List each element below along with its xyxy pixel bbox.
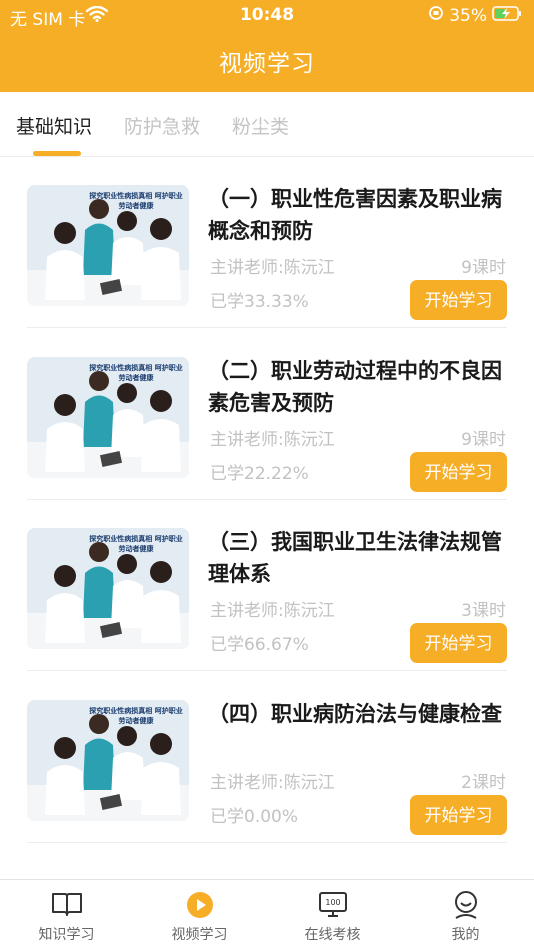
start-learning-button[interactable]: 开始学习	[410, 452, 507, 492]
course-progress: 已学22.22%	[210, 464, 309, 484]
svg-text:100: 100	[325, 898, 340, 907]
course-title[interactable]: （一）职业性危害因素及职业病概念和预防	[208, 183, 510, 247]
divider	[27, 842, 507, 843]
start-learning-button[interactable]: 开始学习	[410, 795, 507, 835]
divider	[27, 499, 507, 500]
tab-basic-knowledge[interactable]: 基础知识	[16, 112, 92, 139]
tabbar-label: 在线考核	[304, 927, 361, 943]
start-learning-button[interactable]: 开始学习	[410, 623, 507, 663]
page-title: 视频学习	[219, 51, 315, 77]
course-teacher: 主讲老师:陈沅江	[210, 430, 335, 450]
thumbnail-caption: 探究职业性病损真相 呵护职业劳动者健康	[89, 535, 183, 553]
course-card[interactable]: 探究职业性病损真相 呵护职业劳动者健康 （四）职业病防治法与健康检查 主讲老师:…	[0, 700, 534, 850]
course-thumbnail[interactable]: 探究职业性病损真相 呵护职业劳动者健康	[27, 528, 189, 649]
exam-monitor-icon: 100	[317, 890, 349, 924]
play-icon	[185, 890, 215, 924]
course-progress: 已学66.67%	[210, 635, 309, 655]
course-progress: 已学33.33%	[210, 292, 309, 312]
course-title[interactable]: （四）职业病防治法与健康检查	[208, 698, 510, 730]
thumbnail-caption: 探究职业性病损真相 呵护职业劳动者健康	[89, 364, 183, 382]
divider	[27, 670, 507, 671]
thumbnail-caption: 探究职业性病损真相 呵护职业劳动者健康	[89, 192, 183, 210]
course-hours: 9课时	[461, 258, 506, 278]
tabbar-label: 我的	[451, 927, 480, 943]
bottom-tab-bar: 知识学习 视频学习 100 在线考核 我的	[0, 879, 534, 951]
tabbar-item-knowledge[interactable]: 知识学习	[0, 880, 133, 951]
tabbar-label: 视频学习	[171, 927, 228, 943]
profile-icon	[451, 890, 481, 924]
course-title[interactable]: （二）职业劳动过程中的不良因素危害及预防	[208, 355, 510, 419]
battery-icon	[492, 5, 522, 26]
active-tab-indicator	[33, 151, 81, 156]
course-card[interactable]: 探究职业性病损真相 呵护职业劳动者健康 （二）职业劳动过程中的不良因素危害及预防…	[0, 357, 534, 507]
divider	[27, 327, 507, 328]
tabbar-item-video[interactable]: 视频学习	[133, 880, 266, 951]
course-thumbnail[interactable]: 探究职业性病损真相 呵护职业劳动者健康	[27, 185, 189, 306]
course-thumbnail[interactable]: 探究职业性病损真相 呵护职业劳动者健康	[27, 700, 189, 821]
course-hours: 3课时	[461, 601, 506, 621]
start-learning-button[interactable]: 开始学习	[410, 280, 507, 320]
course-thumbnail[interactable]: 探究职业性病损真相 呵护职业劳动者健康	[27, 357, 189, 478]
book-icon	[51, 890, 83, 922]
category-tabs: 基础知识 防护急救 粉尘类	[0, 92, 534, 157]
course-teacher: 主讲老师:陈沅江	[210, 773, 335, 793]
thumbnail-caption: 探究职业性病损真相 呵护职业劳动者健康	[89, 707, 183, 725]
tabbar-item-profile[interactable]: 我的	[399, 880, 532, 951]
tabbar-label: 知识学习	[38, 927, 95, 943]
tab-dust[interactable]: 粉尘类	[232, 112, 289, 139]
course-hours: 9课时	[461, 430, 506, 450]
course-card[interactable]: 探究职业性病损真相 呵护职业劳动者健康 （一）职业性危害因素及职业病概念和预防 …	[0, 185, 534, 335]
course-teacher: 主讲老师:陈沅江	[210, 601, 335, 621]
tab-protection-first-aid[interactable]: 防护急救	[124, 112, 200, 139]
course-progress: 已学0.00%	[210, 807, 299, 827]
rotation-lock-icon	[428, 5, 444, 26]
course-title[interactable]: （三）我国职业卫生法律法规管理体系	[208, 526, 510, 590]
battery-percent: 35%	[449, 5, 487, 26]
course-hours: 2课时	[461, 773, 506, 793]
tabbar-item-exam[interactable]: 100 在线考核	[266, 880, 399, 951]
status-right: 35%	[428, 5, 522, 26]
app-header: 无 SIM 卡 10:48 35% 视频学习	[0, 0, 534, 92]
status-bar: 无 SIM 卡 10:48 35%	[0, 0, 534, 32]
course-card[interactable]: 探究职业性病损真相 呵护职业劳动者健康 （三）我国职业卫生法律法规管理体系 主讲…	[0, 528, 534, 678]
course-teacher: 主讲老师:陈沅江	[210, 258, 335, 278]
